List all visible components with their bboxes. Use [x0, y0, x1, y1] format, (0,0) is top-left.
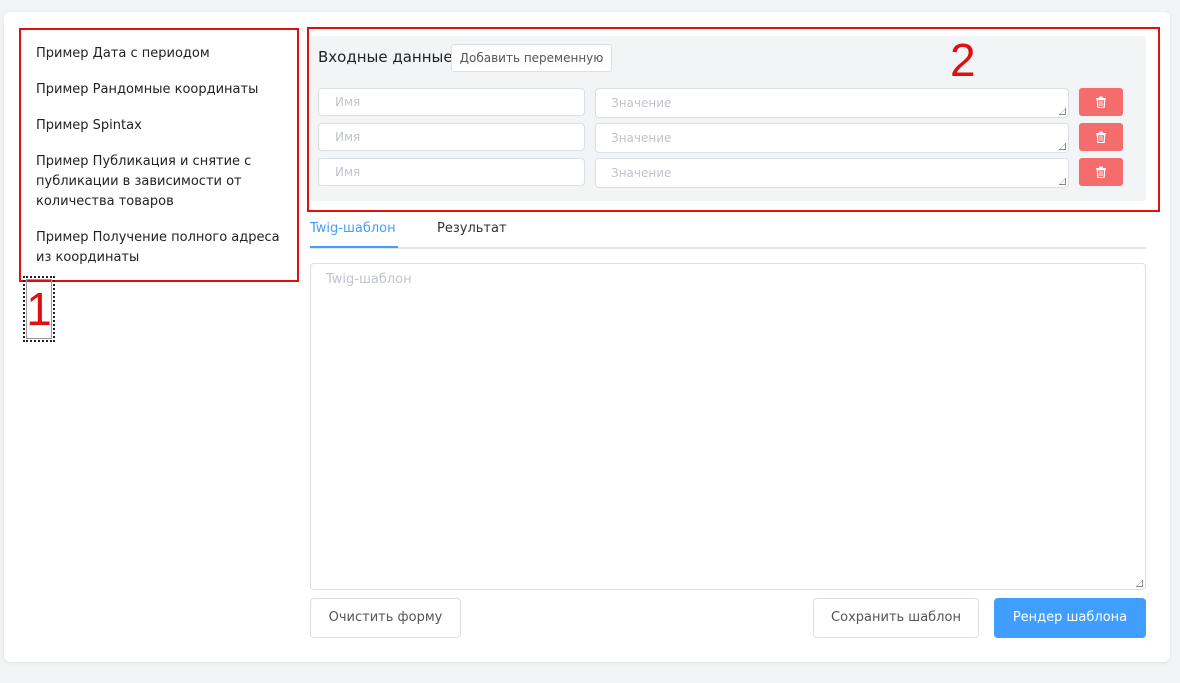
- save-template-button[interactable]: Сохранить шаблон: [813, 598, 979, 638]
- twig-template-textarea[interactable]: Twig-шаблон: [310, 263, 1146, 590]
- twig-template-placeholder: Twig-шаблон: [326, 272, 412, 287]
- annotation-box-2: [307, 27, 1160, 212]
- tab-active-indicator: [310, 246, 398, 248]
- tabs-divider: [310, 247, 1146, 249]
- tab-result[interactable]: Результат: [437, 219, 507, 239]
- annotation-box-1: [19, 28, 299, 282]
- render-template-button[interactable]: Рендер шаблона: [994, 598, 1146, 638]
- annotation-number-1: 1: [26, 283, 52, 335]
- tab-twig-template[interactable]: Twig-шаблон: [310, 219, 396, 239]
- resize-handle-icon[interactable]: [1136, 580, 1143, 587]
- annotation-number-2: 2: [950, 34, 976, 86]
- clear-form-button[interactable]: Очистить форму: [310, 598, 461, 638]
